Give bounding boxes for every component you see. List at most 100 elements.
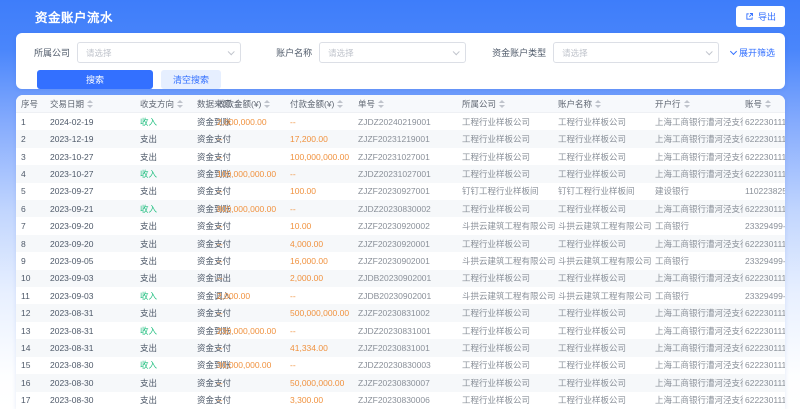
cell-date: 2023-08-31 (50, 339, 138, 356)
cell-direction: 收入 (140, 287, 196, 304)
cell-paid: 100,000,000.00 (290, 148, 356, 165)
cell-bank: 上海工商银行漕河泾支行 (655, 357, 743, 374)
cell-received: 230,000,000.00 (217, 322, 289, 339)
account-name-filter-label: 账户名称 (276, 46, 312, 59)
cell-account_name: 工程行业样板公司 (558, 235, 653, 252)
sort-icon[interactable] (177, 100, 183, 108)
column-header-received[interactable]: 收款金额(¥) (217, 95, 289, 113)
sort-icon[interactable] (765, 100, 771, 108)
cell-direction: 支出 (140, 217, 196, 234)
cell-bank: 上海工商银行漕河泾支行 (655, 235, 743, 252)
cell-account_name: 工程行业样板公司 (558, 374, 653, 391)
company-select-placeholder: 请选择 (86, 47, 112, 59)
cell-paid: 3,300.00 (290, 392, 356, 409)
cell-account_name: 工程行业样板公司 (558, 304, 653, 321)
cell-paid: 500,000,000.00 (290, 304, 356, 321)
cell-account_no: 622230111 (745, 113, 785, 130)
cell-date: 2023-08-31 (50, 304, 138, 321)
cell-order_no: ZJDZ20240219001 (358, 113, 458, 130)
cell-bank: 上海工商银行漕河泾支行 (655, 392, 743, 409)
column-header-company[interactable]: 所属公司 (462, 95, 556, 113)
cell-account_name: 斗拱云建筑工程有限公司 (558, 252, 653, 269)
cell-bank: 工商银行 (655, 287, 743, 304)
cell-index: 5 (21, 183, 47, 200)
cell-account_name: 斗拱云建筑工程有限公司 (558, 217, 653, 234)
column-header-paid[interactable]: 付款金额(¥) (290, 95, 356, 113)
column-label: 账户名称 (558, 98, 592, 110)
cell-index: 16 (21, 374, 47, 391)
table-row: 92023-09-05支出资金支付--16,000.00ZJZF20230902… (16, 252, 785, 269)
sort-icon[interactable] (595, 100, 601, 108)
column-header-order_no[interactable]: 单号 (358, 95, 458, 113)
chevron-down-icon (228, 48, 235, 55)
cell-company: 工程行业样板公司 (462, 130, 556, 147)
cell-direction: 支出 (140, 374, 196, 391)
cell-received: -- (217, 235, 289, 252)
sort-icon[interactable] (378, 100, 384, 108)
cell-order_no: ZJDZ20231027001 (358, 165, 458, 182)
cell-company: 工程行业样板公司 (462, 235, 556, 252)
column-label: 单号 (358, 98, 375, 110)
column-header-account_name[interactable]: 账户名称 (558, 95, 653, 113)
account-type-select[interactable]: 请选择 (553, 42, 719, 63)
table-row: 32023-10-27支出资金支付--100,000,000.00ZJZF202… (16, 148, 785, 165)
clear-search-button[interactable]: 清空搜索 (161, 70, 221, 89)
cell-bank: 上海工商银行漕河泾支行 (655, 113, 743, 130)
cell-order_no: ZJZF20230902001 (358, 252, 458, 269)
cell-index: 15 (21, 357, 47, 374)
account-name-select[interactable]: 请选择 (319, 42, 466, 63)
cell-account_no: 622230111 (745, 200, 785, 217)
cell-company: 斗拱云建筑工程有限公司 (462, 252, 556, 269)
search-button[interactable]: 搜索 (37, 70, 153, 89)
cell-date: 2023-08-31 (50, 322, 138, 339)
column-label: 交易日期 (50, 98, 84, 110)
cell-date: 2023-10-27 (50, 148, 138, 165)
account-name-placeholder: 请选择 (328, 47, 354, 59)
sort-icon[interactable] (87, 100, 93, 108)
table-row: 102023-09-03支出资金调出--2,000.00ZJDB20230902… (16, 270, 785, 287)
cell-direction: 支出 (140, 235, 196, 252)
cell-index: 8 (21, 235, 47, 252)
cell-account_no: 622230111 (745, 304, 785, 321)
cell-index: 2 (21, 130, 47, 147)
cell-index: 11 (21, 287, 47, 304)
cell-direction: 收入 (140, 165, 196, 182)
cell-account_name: 工程行业样板公司 (558, 165, 653, 182)
cell-direction: 支出 (140, 130, 196, 147)
sort-icon[interactable] (264, 100, 270, 108)
cell-paid: 50,000,000.00 (290, 374, 356, 391)
company-select[interactable]: 请选择 (77, 42, 241, 63)
cell-received: -- (217, 252, 289, 269)
cell-received: 2,000.00 (217, 287, 289, 304)
sort-icon[interactable] (337, 100, 343, 108)
cell-received: -- (217, 374, 289, 391)
cell-account_no: 622230111 (745, 322, 785, 339)
cell-date: 2023-09-20 (50, 217, 138, 234)
cell-received: 2,000,000.00 (217, 113, 289, 130)
column-header-account_no[interactable]: 账号 (745, 95, 785, 113)
cell-account_name: 工程行业样板公司 (558, 339, 653, 356)
cell-received: -- (217, 148, 289, 165)
cell-account_no: 622230111 (745, 235, 785, 252)
cell-company: 工程行业样板公司 (462, 200, 556, 217)
expand-filters-link[interactable]: 展开筛选 (731, 46, 775, 59)
column-label: 开户行 (655, 98, 681, 110)
cell-order_no: ZJZF20230830007 (358, 374, 458, 391)
expand-filters-label: 展开筛选 (739, 46, 775, 59)
column-header-direction[interactable]: 收支方向 (140, 95, 196, 113)
cell-bank: 上海工商银行漕河泾支行 (655, 304, 743, 321)
cell-order_no: ZJDB20230902001 (358, 270, 458, 287)
table-row: 132023-08-31收入资金到账230,000,000.00--ZJDZ20… (16, 322, 785, 339)
cell-order_no: ZJZF20230831002 (358, 304, 458, 321)
cell-company: 工程行业样板公司 (462, 304, 556, 321)
column-header-bank[interactable]: 开户行 (655, 95, 743, 113)
cell-date: 2023-09-03 (50, 287, 138, 304)
export-button[interactable]: 导出 (736, 6, 785, 27)
column-header-date[interactable]: 交易日期 (50, 95, 138, 113)
cell-order_no: ZJZF20230920001 (358, 235, 458, 252)
sort-icon[interactable] (499, 100, 505, 108)
table-row: 82023-09-20支出资金支付--4,000.00ZJZF202309200… (16, 235, 785, 252)
cell-bank: 工商银行 (655, 217, 743, 234)
sort-icon[interactable] (684, 100, 690, 108)
cell-paid: 17,200.00 (290, 130, 356, 147)
